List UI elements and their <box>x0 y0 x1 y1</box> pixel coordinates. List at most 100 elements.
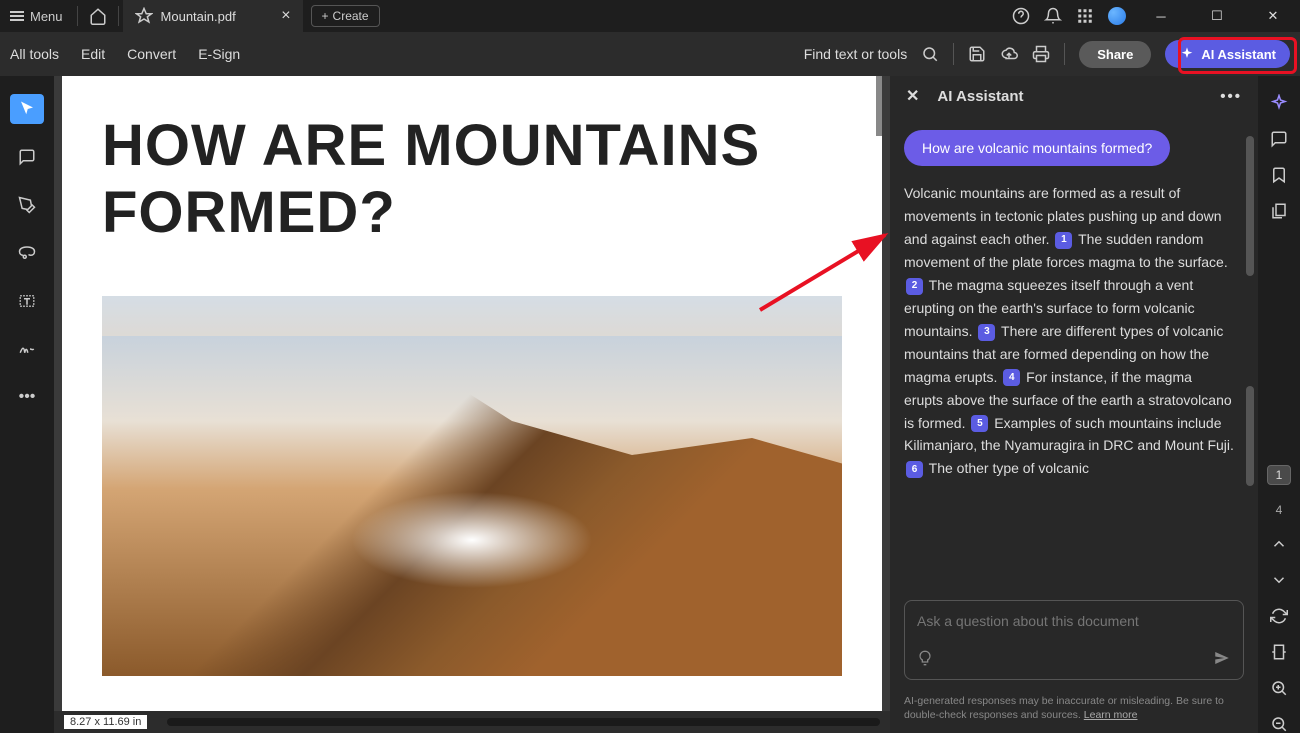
help-icon[interactable] <box>1012 7 1030 25</box>
toolbar-right: Find text or tools Share AI Assistant <box>804 40 1290 68</box>
vertical-scrollbar[interactable] <box>876 76 882 136</box>
horizontal-scrollbar[interactable] <box>167 718 880 726</box>
page-width-icon[interactable] <box>1270 643 1288 661</box>
lasso-icon <box>18 244 36 262</box>
cursor-icon <box>18 100 36 118</box>
citation-5[interactable]: 5 <box>971 415 988 432</box>
hamburger-icon <box>10 11 24 21</box>
menu-label: Menu <box>30 9 63 24</box>
menu-button[interactable]: Menu <box>0 9 73 24</box>
document-tab[interactable]: Mountain.pdf × <box>123 0 303 32</box>
sparkle-icon <box>1179 46 1195 62</box>
star-icon <box>135 7 153 25</box>
document-heading: HOW ARE MOUNTAINS FORMED? <box>102 112 842 246</box>
citation-3[interactable]: 3 <box>978 324 995 341</box>
right-toolbar: 1 4 <box>1258 76 1300 733</box>
plus-icon: + <box>322 9 329 23</box>
close-window-button[interactable]: ✕ <box>1252 0 1294 32</box>
close-tab-icon[interactable]: × <box>281 7 290 25</box>
draw-tool[interactable] <box>10 238 44 268</box>
create-button[interactable]: + Create <box>311 5 380 27</box>
zoom-in-icon[interactable] <box>1270 679 1288 697</box>
close-panel-icon[interactable]: ✕ <box>906 86 919 106</box>
zoom-out-icon[interactable] <box>1270 715 1288 733</box>
bell-icon[interactable] <box>1044 7 1062 25</box>
citation-1[interactable]: 1 <box>1055 232 1072 249</box>
apps-icon[interactable] <box>1076 7 1094 25</box>
panel-title: AI Assistant <box>937 88 1023 105</box>
titlebar-right: ─ ☐ ✕ <box>1012 0 1300 32</box>
chat-body: How are volcanic mountains formed? Volca… <box>890 116 1258 590</box>
left-toolbar: ••• <box>0 76 54 733</box>
panel-scrollbar[interactable] <box>1246 136 1254 276</box>
marker-icon <box>18 196 36 214</box>
total-pages: 4 <box>1276 503 1283 517</box>
ai-disclaimer: AI-generated responses may be inaccurate… <box>890 690 1258 733</box>
ai-sparkle-icon[interactable] <box>1270 94 1288 112</box>
textbox-icon <box>18 292 36 310</box>
share-button[interactable]: Share <box>1079 41 1151 68</box>
chevron-up-icon[interactable] <box>1270 535 1288 553</box>
divider <box>118 6 119 26</box>
chat-icon[interactable] <box>1270 130 1288 148</box>
citation-6[interactable]: 6 <box>906 461 923 478</box>
maximize-button[interactable]: ☐ <box>1196 0 1238 32</box>
divider <box>1064 43 1065 65</box>
chat-input-area <box>890 590 1258 690</box>
sign-tool[interactable] <box>10 334 44 364</box>
highlight-tool[interactable] <box>10 190 44 220</box>
more-tools[interactable]: ••• <box>10 382 44 412</box>
select-tool[interactable] <box>10 94 44 124</box>
comment-tool[interactable] <box>10 142 44 172</box>
bookmark-icon[interactable] <box>1270 166 1288 184</box>
minimize-button[interactable]: ─ <box>1140 0 1182 32</box>
divider <box>77 6 78 26</box>
search-icon[interactable] <box>921 45 939 63</box>
document-area: HOW ARE MOUNTAINS FORMED? 8.27 x 11.69 i… <box>54 76 890 733</box>
all-tools-button[interactable]: All tools <box>10 46 59 62</box>
esign-button[interactable]: E-Sign <box>198 46 240 62</box>
edit-button[interactable]: Edit <box>81 46 105 62</box>
ellipsis-icon: ••• <box>19 388 36 406</box>
send-icon[interactable] <box>1213 649 1231 667</box>
page-dimensions: 8.27 x 11.69 in <box>64 715 147 729</box>
citation-4[interactable]: 4 <box>1003 369 1020 386</box>
home-icon <box>89 7 107 25</box>
convert-button[interactable]: Convert <box>127 46 176 62</box>
answer-scrollbar[interactable] <box>1246 386 1254 486</box>
annotation-arrow <box>760 230 900 315</box>
comment-icon <box>18 148 36 166</box>
ask-input[interactable] <box>917 613 1231 629</box>
user-question-chip[interactable]: How are volcanic mountains formed? <box>904 130 1170 166</box>
lightbulb-icon[interactable] <box>917 650 933 666</box>
pdf-page[interactable]: HOW ARE MOUNTAINS FORMED? <box>62 76 882 711</box>
cloud-icon[interactable] <box>1000 45 1018 63</box>
learn-more-link[interactable]: Learn more <box>1084 709 1138 721</box>
text-tool[interactable] <box>10 286 44 316</box>
citation-2[interactable]: 2 <box>906 278 923 295</box>
ai-answer-text: Volcanic mountains are formed as a resul… <box>904 182 1258 480</box>
create-label: Create <box>333 9 369 23</box>
ask-input-box[interactable] <box>904 600 1244 680</box>
document-image <box>102 296 842 676</box>
main-area: ••• HOW ARE MOUNTAINS FORMED? 8.27 x 11.… <box>0 76 1300 733</box>
tab-title: Mountain.pdf <box>161 9 236 24</box>
ai-assistant-button[interactable]: AI Assistant <box>1165 40 1290 68</box>
globe-icon[interactable] <box>1108 7 1126 25</box>
find-label: Find text or tools <box>804 46 908 62</box>
titlebar: Menu Mountain.pdf × + Create ─ ☐ ✕ <box>0 0 1300 32</box>
signature-icon <box>18 340 36 358</box>
pages-icon[interactable] <box>1270 202 1288 220</box>
ai-assistant-panel: ✕ AI Assistant ••• How are volcanic moun… <box>890 76 1258 733</box>
home-button[interactable] <box>82 7 114 25</box>
divider <box>953 43 954 65</box>
save-icon[interactable] <box>968 45 986 63</box>
panel-more-icon[interactable]: ••• <box>1220 88 1242 105</box>
toolbar: All tools Edit Convert E-Sign Find text … <box>0 32 1300 76</box>
rotate-icon[interactable] <box>1270 607 1288 625</box>
print-icon[interactable] <box>1032 45 1050 63</box>
panel-header: ✕ AI Assistant ••• <box>890 76 1258 116</box>
current-page-indicator[interactable]: 1 <box>1267 465 1292 485</box>
status-bar: 8.27 x 11.69 in <box>54 711 890 733</box>
chevron-down-icon[interactable] <box>1270 571 1288 589</box>
